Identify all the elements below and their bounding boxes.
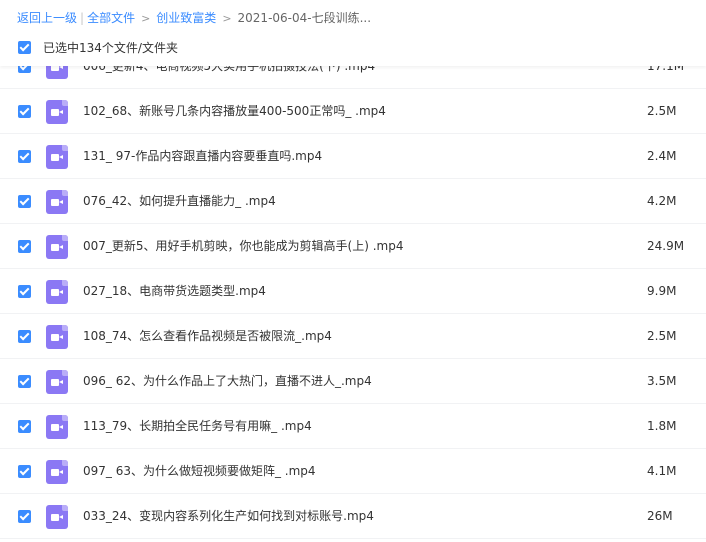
video-file-icon	[46, 415, 68, 439]
file-name[interactable]: 027_18、电商带货选题类型.mp4	[83, 269, 266, 314]
file-size: 2.5M	[647, 329, 677, 343]
file-row[interactable]: 113_79、长期拍全民任务号有用嘛_ .mp4 1.8M	[0, 404, 706, 449]
file-name[interactable]: 113_79、长期拍全民任务号有用嘛_ .mp4	[83, 404, 312, 449]
video-file-icon	[46, 235, 68, 259]
file-name[interactable]: 097_ 63、为什么做短视频要做矩阵_ .mp4	[83, 449, 316, 494]
selection-count-text: 已选中134个文件/文件夹	[43, 41, 178, 55]
file-row[interactable]: 108_74、怎么查看作品视频是否被限流_.mp4 2.5M	[0, 314, 706, 359]
file-size: 1.8M	[647, 419, 677, 433]
chevron-right-icon: >	[222, 12, 232, 25]
file-row[interactable]: 097_ 63、为什么做短视频要做矩阵_ .mp4 4.1M	[0, 449, 706, 494]
file-checkbox[interactable]	[18, 150, 31, 163]
file-size: 4.1M	[647, 464, 677, 478]
back-link[interactable]: 返回上一级	[17, 11, 77, 25]
file-name[interactable]: 131_ 97-作品内容跟直播内容要垂直吗.mp4	[83, 134, 322, 179]
chevron-right-icon: >	[141, 12, 151, 25]
file-name[interactable]: 007_更新5、用好手机剪映，你也能成为剪辑高手(上) .mp4	[83, 224, 403, 269]
video-file-icon	[46, 145, 68, 169]
file-checkbox[interactable]	[18, 420, 31, 433]
select-all-checkbox[interactable]	[18, 41, 31, 54]
file-checkbox[interactable]	[18, 465, 31, 478]
file-name[interactable]: 033_24、变现内容系列化生产如何找到对标账号.mp4	[83, 494, 374, 539]
video-file-icon	[46, 460, 68, 484]
file-checkbox[interactable]	[18, 240, 31, 253]
video-file-icon	[46, 325, 68, 349]
file-row[interactable]: 102_68、新账号几条内容播放量400-500正常吗_ .mp4 2.5M	[0, 89, 706, 134]
file-size: 9.9M	[647, 284, 677, 298]
breadcrumb-folder-link[interactable]: 创业致富类	[156, 11, 216, 25]
file-checkbox[interactable]	[18, 510, 31, 523]
file-row[interactable]: 131_ 97-作品内容跟直播内容要垂直吗.mp4 2.4M	[0, 134, 706, 179]
file-size: 3.5M	[647, 374, 677, 388]
file-browser: 返回上一级 | 全部文件 > 创业致富类 >2021-06-04-七段训练... 已选中1…	[0, 0, 706, 542]
file-row[interactable]: 076_42、如何提升直播能力_ .mp4 4.2M	[0, 179, 706, 224]
breadcrumb-divider: |	[80, 11, 85, 25]
selection-status: 已选中134个文件/文件夹	[18, 39, 178, 57]
video-file-icon	[46, 190, 68, 214]
file-name[interactable]: 096_ 62、为什么作品上了大热门，直播不进人_.mp4	[83, 359, 372, 404]
file-row[interactable]: 033_24、变现内容系列化生产如何找到对标账号.mp4 26M	[0, 494, 706, 539]
video-file-icon	[46, 505, 68, 529]
breadcrumb: 返回上一级 | 全部文件 > 创业致富类 >2021-06-04-七段训练...	[17, 9, 371, 27]
file-checkbox[interactable]	[18, 105, 31, 118]
file-checkbox[interactable]	[18, 330, 31, 343]
file-name[interactable]: 102_68、新账号几条内容播放量400-500正常吗_ .mp4	[83, 89, 386, 134]
file-row[interactable]: 027_18、电商带货选题类型.mp4 9.9M	[0, 269, 706, 314]
breadcrumb-root-link[interactable]: 全部文件	[87, 11, 135, 25]
file-row[interactable]: 007_更新5、用好手机剪映，你也能成为剪辑高手(上) .mp4 24.9M	[0, 224, 706, 269]
video-file-icon	[46, 370, 68, 394]
file-size: 26M	[647, 509, 673, 523]
file-checkbox[interactable]	[18, 195, 31, 208]
video-file-icon	[46, 100, 68, 124]
file-size: 24.9M	[647, 239, 685, 253]
file-size: 2.5M	[647, 104, 677, 118]
breadcrumb-current: 2021-06-04-七段训练...	[237, 11, 372, 25]
file-checkbox[interactable]	[18, 285, 31, 298]
file-checkbox[interactable]	[18, 375, 31, 388]
file-list: 006_更新4、电商视频5大实用手机拍摄技法(下) .mp4 17.1M 102_6…	[0, 44, 706, 539]
file-size: 4.2M	[647, 194, 677, 208]
file-name[interactable]: 108_74、怎么查看作品视频是否被限流_.mp4	[83, 314, 332, 359]
file-row[interactable]: 096_ 62、为什么作品上了大热门，直播不进人_.mp4 3.5M	[0, 359, 706, 404]
file-name[interactable]: 076_42、如何提升直播能力_ .mp4	[83, 179, 276, 224]
video-file-icon	[46, 280, 68, 304]
toolbar-header: 返回上一级 | 全部文件 > 创业致富类 >2021-06-04-七段训练... 已选中1…	[0, 0, 706, 66]
file-size: 2.4M	[647, 149, 677, 163]
